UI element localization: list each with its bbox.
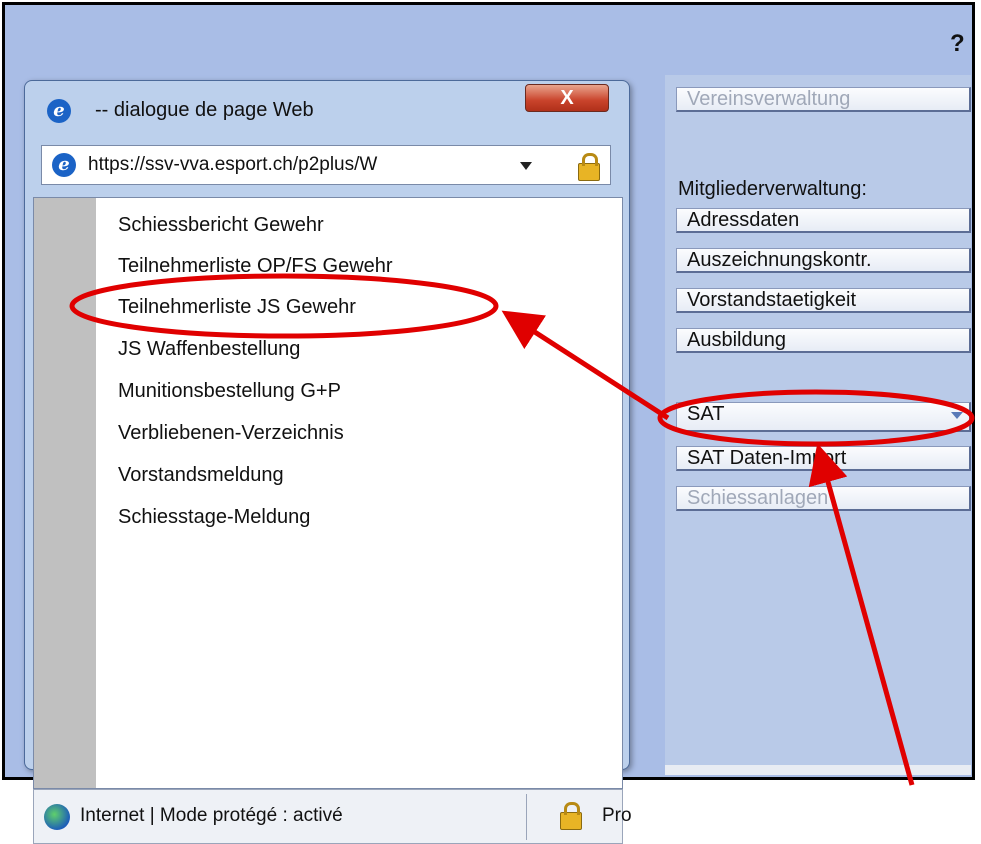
sat-dropdown-button[interactable]: SAT [676, 402, 971, 432]
auszeichnungskontr-button[interactable]: Auszeichnungskontr. [676, 248, 971, 273]
menu-item-js-waffenbestellung[interactable]: JS Waffenbestellung [118, 338, 300, 361]
ausbildung-button[interactable]: Ausbildung [676, 328, 971, 353]
menu-item-teilnehmerliste-js-gewehr[interactable]: Teilnehmerliste JS Gewehr [118, 296, 356, 319]
menu-item-verbliebenen-verzeichnis[interactable]: Verbliebenen-Verzeichnis [118, 422, 344, 445]
dialog-content: Schiessbericht Gewehr Teilnehmerliste OP… [33, 197, 623, 789]
menu-item-teilnehmerliste-opfs-gewehr[interactable]: Teilnehmerliste OP/FS Gewehr [118, 255, 393, 278]
status-bar: Internet | Mode protégé : activé Pro [33, 789, 632, 844]
sat-import-button[interactable]: SAT Daten-Import [676, 446, 971, 471]
menu-item-schiesstage-meldung[interactable]: Schiesstage-Meldung [118, 506, 310, 529]
internet-explorer-icon: e [52, 153, 76, 177]
menu-item-munitionsbestellung[interactable]: Munitionsbestellung G+P [118, 380, 341, 403]
lock-icon [578, 153, 600, 181]
chevron-down-icon[interactable] [520, 162, 532, 170]
vereinsverwaltung-button[interactable]: Vereinsverwaltung [676, 87, 971, 112]
lock-icon [560, 802, 582, 830]
panel-footer [665, 765, 971, 775]
menu-item-schiessbericht-gewehr[interactable]: Schiessbericht Gewehr [118, 214, 324, 237]
menu-item-vorstandsmeldung[interactable]: Vorstandsmeldung [118, 464, 284, 487]
schiessanlagen-button[interactable]: Schiessanlagen [676, 486, 971, 511]
content-gutter [34, 198, 96, 788]
address-url: https://ssv-vva.esport.ch/p2plus/W [88, 154, 378, 175]
help-button[interactable]: ? [950, 30, 965, 58]
protected-mode-status: Internet | Mode protégé : activé [80, 805, 343, 826]
adressdaten-button[interactable]: Adressdaten [676, 208, 971, 233]
close-button[interactable]: X [525, 84, 609, 112]
mitgliederverwaltung-label: Mitgliederverwaltung: [678, 178, 867, 200]
internet-explorer-icon: e [47, 99, 71, 123]
status-protected-label: Pro [602, 805, 632, 826]
dialog-title: -- dialogue de page Web [95, 99, 314, 121]
sat-label: SAT [687, 403, 725, 425]
status-divider [526, 794, 527, 840]
web-page-dialog: e -- dialogue de page Web X e https://ss… [24, 80, 632, 844]
address-bar[interactable]: e https://ssv-vva.esport.ch/p2plus/W [41, 145, 611, 185]
globe-icon [44, 804, 70, 830]
vorstandstaetigkeit-button[interactable]: Vorstandstaetigkeit [676, 288, 971, 313]
chevron-down-icon [951, 412, 963, 419]
